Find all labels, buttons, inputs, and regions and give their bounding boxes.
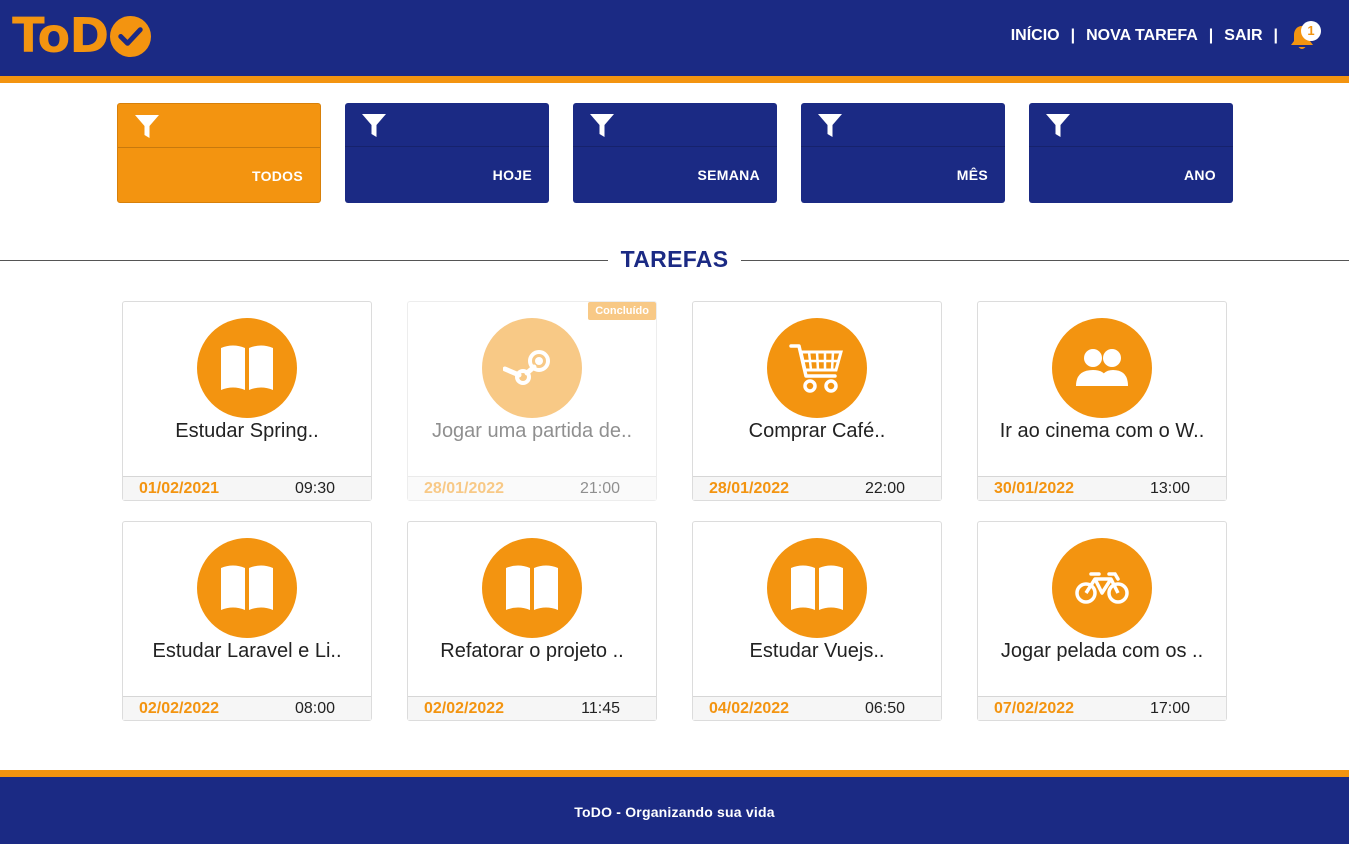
task-icon-circle xyxy=(767,318,867,418)
task-icon-circle xyxy=(1052,318,1152,418)
users-icon xyxy=(1076,349,1128,386)
bicycle-icon xyxy=(1075,572,1129,604)
book-icon xyxy=(221,565,273,610)
filter-icon xyxy=(590,114,614,137)
filter-todos-button[interactable]: TODOS xyxy=(117,103,321,203)
task-title: Estudar Vuejs.. xyxy=(749,640,885,662)
task-footer: 04/02/2022 06:50 xyxy=(693,696,941,720)
filter-header xyxy=(573,103,777,147)
task-icon-circle xyxy=(1052,538,1152,638)
steam-icon xyxy=(503,350,550,385)
notification-count-badge: 1 xyxy=(1301,21,1321,41)
task-time: 21:00 xyxy=(579,480,620,497)
task-title: Jogar uma partida de.. xyxy=(431,420,633,442)
task-card[interactable]: Estudar Spring.. 01/02/2021 09:30 xyxy=(122,301,372,501)
nav-inicio-link[interactable]: INÍCIO xyxy=(1011,27,1060,45)
filter-icon xyxy=(135,115,159,138)
task-date: 02/02/2022 xyxy=(424,700,505,717)
nav-separator: | xyxy=(1208,27,1214,44)
task-time: 06:50 xyxy=(864,700,905,717)
filter-label: TODOS xyxy=(251,168,303,184)
filter-label: MÊS xyxy=(956,167,988,183)
book-icon xyxy=(791,565,843,610)
task-date: 01/02/2021 xyxy=(139,480,220,497)
filter-label: ANO xyxy=(1183,167,1216,183)
filter-icon xyxy=(362,114,386,137)
task-card-completed[interactable]: Jogar uma partida de.. 28/01/2022 21:00 … xyxy=(407,301,657,501)
task-time: 08:00 xyxy=(294,700,335,717)
task-card[interactable]: Comprar Café.. 28/01/2022 22:00 xyxy=(692,301,942,501)
check-circle-icon xyxy=(110,15,152,57)
filter-ano-button[interactable]: ANO xyxy=(1029,103,1233,203)
task-footer: 01/02/2021 09:30 xyxy=(123,476,371,500)
task-card[interactable]: Jogar pelada com os .. 07/02/2022 17:00 xyxy=(977,521,1227,721)
task-title: Comprar Café.. xyxy=(748,420,886,442)
filter-icon xyxy=(818,114,842,137)
task-date: 02/02/2022 xyxy=(139,700,220,717)
app-logo[interactable]: ToD xyxy=(12,8,152,64)
filter-header xyxy=(1029,103,1233,147)
task-footer: 07/02/2022 17:00 xyxy=(978,696,1226,720)
section-heading: TAREFAS xyxy=(0,246,1349,273)
filter-mes-button[interactable]: MÊS xyxy=(801,103,1005,203)
cart-icon xyxy=(789,344,843,393)
filter-header xyxy=(345,103,549,147)
page-footer: ToDO - Organizando sua vida xyxy=(0,770,1349,844)
book-icon xyxy=(506,565,558,610)
section-title: TAREFAS xyxy=(609,246,740,272)
nav-nova-tarefa-link[interactable]: NOVA TAREFA xyxy=(1086,27,1198,45)
task-title: Estudar Laravel e Li.. xyxy=(152,640,342,662)
nav-separator: | xyxy=(1070,27,1076,44)
task-date: 28/01/2022 xyxy=(709,480,790,497)
task-time: 09:30 xyxy=(294,480,335,497)
task-icon-circle xyxy=(767,538,867,638)
filter-header xyxy=(118,104,320,148)
main-nav: INÍCIO | NOVA TAREFA | SAIR | 1 xyxy=(1011,20,1321,52)
filter-icon xyxy=(1046,114,1070,137)
task-card[interactable]: Estudar Laravel e Li.. 02/02/2022 08:00 xyxy=(122,521,372,721)
task-title: Refatorar o projeto .. xyxy=(440,640,624,662)
task-card[interactable]: Ir ao cinema com o W.. 30/01/2022 13:00 xyxy=(977,301,1227,501)
footer-text: ToDO - Organizando sua vida xyxy=(574,804,775,820)
task-title: Ir ao cinema com o W.. xyxy=(999,420,1205,442)
task-footer: 30/01/2022 13:00 xyxy=(978,476,1226,500)
filter-label: SEMANA xyxy=(697,167,760,183)
filter-semana-button[interactable]: SEMANA xyxy=(573,103,777,203)
task-date: 07/02/2022 xyxy=(994,700,1075,717)
logo-text: ToD xyxy=(12,8,109,64)
completed-badge: Concluído xyxy=(588,302,656,320)
filter-header xyxy=(801,103,1005,147)
task-date: 30/01/2022 xyxy=(994,480,1075,497)
task-time: 17:00 xyxy=(1149,700,1190,717)
task-time: 22:00 xyxy=(864,480,905,497)
task-footer: 28/01/2022 21:00 xyxy=(408,476,656,500)
nav-separator: | xyxy=(1273,27,1278,44)
task-title: Jogar pelada com os .. xyxy=(1000,640,1204,662)
task-icon-circle xyxy=(482,318,582,418)
filter-hoje-button[interactable]: HOJE xyxy=(345,103,549,203)
book-icon xyxy=(221,345,273,390)
task-card[interactable]: Refatorar o projeto .. 02/02/2022 11:45 xyxy=(407,521,657,721)
task-date: 04/02/2022 xyxy=(709,700,790,717)
task-date: 28/01/2022 xyxy=(424,480,505,497)
task-time: 13:00 xyxy=(1149,480,1190,497)
task-footer: 02/02/2022 08:00 xyxy=(123,696,371,720)
task-title: Estudar Spring.. xyxy=(175,420,319,442)
filter-label: HOJE xyxy=(492,167,532,183)
task-icon-circle xyxy=(482,538,582,638)
notifications-button[interactable]: 1 xyxy=(1289,20,1321,52)
nav-sair-link[interactable]: SAIR xyxy=(1224,27,1262,45)
task-time: 11:45 xyxy=(581,700,620,717)
task-footer: 02/02/2022 11:45 xyxy=(408,696,656,720)
task-icon-circle xyxy=(197,318,297,418)
top-header: ToD INÍCIO | NOVA TAREFA | SAIR | 1 xyxy=(0,0,1349,83)
task-footer: 28/01/2022 22:00 xyxy=(693,476,941,500)
task-icon-circle xyxy=(197,538,297,638)
task-card[interactable]: Estudar Vuejs.. 04/02/2022 06:50 xyxy=(692,521,942,721)
